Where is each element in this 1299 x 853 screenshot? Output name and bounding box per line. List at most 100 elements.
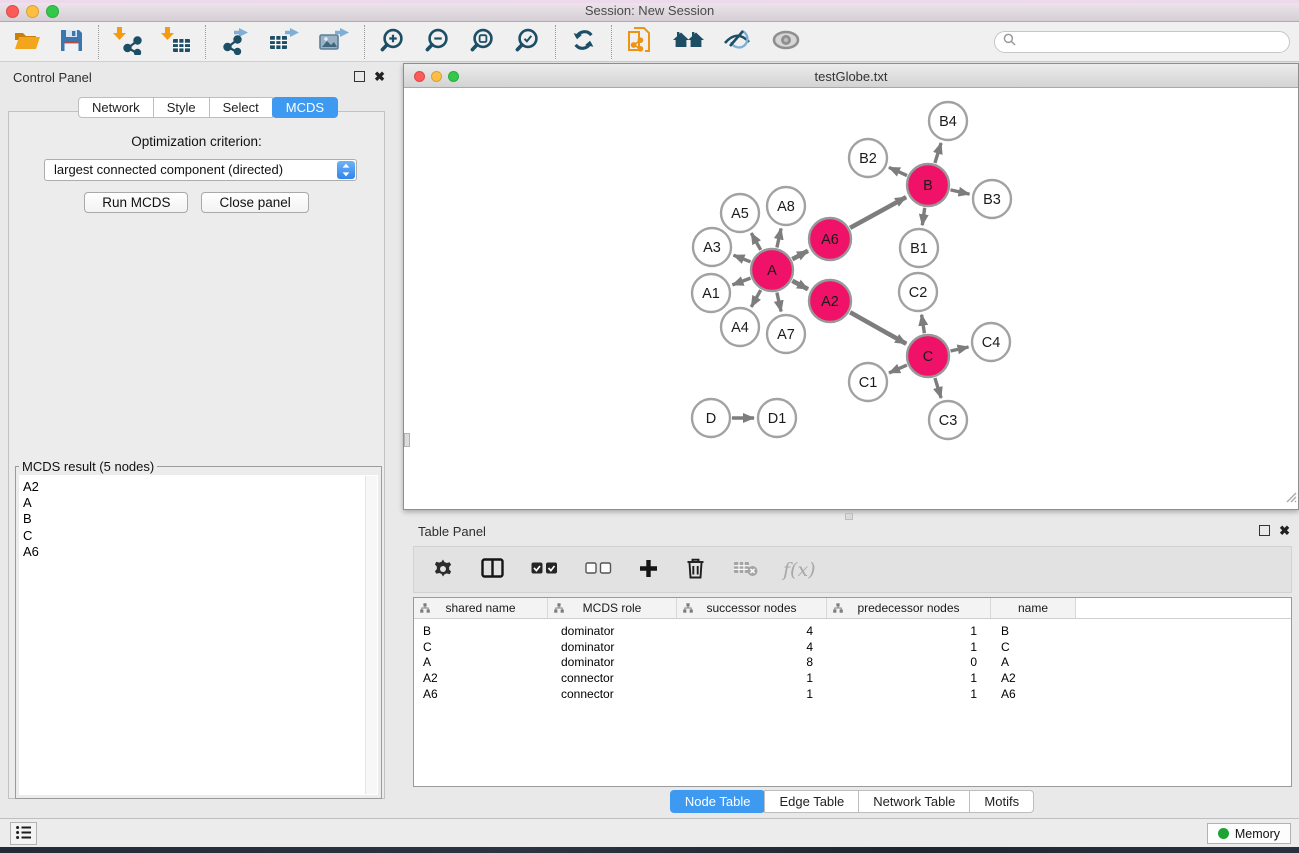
- table-row-B[interactable]: Bdominator41B: [414, 623, 1291, 639]
- node-A6[interactable]: A6: [809, 218, 851, 260]
- delete-rows-button[interactable]: [683, 557, 708, 582]
- mcds-result-item[interactable]: A6: [19, 544, 378, 560]
- export-image-button[interactable]: [313, 24, 355, 59]
- search-field[interactable]: [994, 31, 1290, 53]
- node-A4[interactable]: A4: [721, 308, 759, 346]
- resize-grip[interactable]: [1283, 489, 1297, 508]
- node-A1[interactable]: A1: [692, 274, 730, 312]
- node-A8[interactable]: A8: [767, 187, 805, 225]
- node-B[interactable]: B: [907, 164, 949, 206]
- tab-network[interactable]: Network: [78, 97, 154, 118]
- mcds-result-item[interactable]: A2: [19, 475, 378, 495]
- application-window: Session: New Session: [0, 0, 1299, 853]
- tab-mcds[interactable]: MCDS: [272, 97, 338, 118]
- node-A5[interactable]: A5: [721, 194, 759, 232]
- column-header-successor-nodes[interactable]: successor nodes: [677, 598, 827, 618]
- unselect-all-columns-button[interactable]: [583, 562, 614, 577]
- node-A[interactable]: A: [751, 249, 793, 291]
- cell-shared-name: A: [414, 655, 548, 669]
- node-B1[interactable]: B1: [900, 229, 938, 267]
- table-row-A6[interactable]: A6connector11A6: [414, 686, 1291, 702]
- tab-style[interactable]: Style: [153, 97, 210, 118]
- close-panel-button[interactable]: Close panel: [201, 192, 308, 213]
- zoom-in-button[interactable]: [374, 26, 411, 58]
- node-D[interactable]: D: [692, 399, 730, 437]
- node-A7[interactable]: A7: [767, 315, 805, 353]
- show-columns-button[interactable]: [479, 558, 506, 581]
- show-hide-details-button[interactable]: [765, 27, 807, 56]
- node-A2[interactable]: A2: [809, 280, 851, 322]
- tab-edge-table[interactable]: Edge Table: [764, 790, 859, 813]
- task-history-button[interactable]: [10, 822, 37, 845]
- node-B3[interactable]: B3: [973, 180, 1011, 218]
- run-mcds-button[interactable]: Run MCDS: [84, 192, 188, 213]
- mcds-result-list[interactable]: A2ABCA6: [19, 475, 378, 795]
- select-all-columns-button[interactable]: [529, 562, 560, 577]
- scrollbar[interactable]: [365, 476, 377, 794]
- table-row-A2[interactable]: A2connector11A2: [414, 670, 1291, 686]
- node-C3[interactable]: C3: [929, 401, 967, 439]
- refresh-view-button[interactable]: [565, 26, 602, 57]
- node-B4[interactable]: B4: [929, 102, 967, 140]
- open-folder-icon: [13, 27, 41, 56]
- mcds-result-item[interactable]: C: [19, 528, 378, 544]
- tab-select[interactable]: Select: [209, 97, 273, 118]
- node-C2[interactable]: C2: [899, 273, 937, 311]
- export-table-icon: [268, 25, 300, 58]
- column-header-shared-name[interactable]: shared name: [414, 598, 548, 618]
- table-row-C[interactable]: Cdominator41C: [414, 639, 1291, 655]
- mcds-result-title: MCDS result (5 nodes): [19, 459, 157, 474]
- column-header-predecessor-nodes[interactable]: predecessor nodes: [827, 598, 991, 618]
- toggle-graphics-details-button[interactable]: [717, 26, 757, 57]
- zoom-out-button[interactable]: [419, 26, 456, 58]
- tab-node-table[interactable]: Node Table: [670, 790, 766, 813]
- node-C1[interactable]: C1: [849, 363, 887, 401]
- memory-button[interactable]: Memory: [1207, 823, 1291, 844]
- open-session-button[interactable]: [8, 26, 46, 57]
- table-settings-button[interactable]: [430, 557, 456, 582]
- criterion-dropdown[interactable]: largest connected component (directed): [44, 159, 357, 181]
- copy-network-icon: [626, 25, 655, 59]
- network-window-titlebar[interactable]: testGlobe.txt: [404, 64, 1298, 88]
- column-header-name[interactable]: name: [991, 598, 1076, 618]
- cell-mcds-role: dominator: [548, 640, 677, 654]
- zoom-selected-button[interactable]: [509, 26, 546, 58]
- tab-motifs[interactable]: Motifs: [969, 790, 1034, 813]
- import-table-button[interactable]: [156, 24, 196, 59]
- function-builder-button[interactable]: f(x): [783, 559, 816, 581]
- mcds-result-item[interactable]: B: [19, 511, 378, 527]
- node-A3[interactable]: A3: [693, 228, 731, 266]
- node-C[interactable]: C: [907, 335, 949, 377]
- network-canvas[interactable]: B4 B2 B B3 B1 A5A8A6 A3 A A1 C2 A2 A4A7 C4 C C1 C3 D D1: [404, 89, 1298, 509]
- save-session-button[interactable]: [54, 27, 89, 57]
- clone-network-button[interactable]: [621, 24, 660, 60]
- tab-network-table[interactable]: Network Table: [858, 790, 970, 813]
- close-panel-icon[interactable]: ✖: [374, 71, 385, 82]
- column-header-mcds-role[interactable]: MCDS role: [548, 598, 677, 618]
- mcds-result-item[interactable]: A: [19, 495, 378, 511]
- edge-A-A7: [777, 293, 781, 312]
- panel-drag-handle[interactable]: [404, 433, 410, 447]
- close-table-panel-icon[interactable]: ✖: [1279, 525, 1290, 536]
- node-D1[interactable]: D1: [758, 399, 796, 437]
- node-B2[interactable]: B2: [849, 139, 887, 177]
- eye-slash-icon: [722, 27, 752, 56]
- node-C4[interactable]: C4: [972, 323, 1010, 361]
- table-row-A[interactable]: Adominator80A: [414, 655, 1291, 671]
- import-network-button[interactable]: [108, 24, 148, 59]
- desktop-background: [0, 847, 1299, 853]
- cell-name: B: [991, 624, 1076, 638]
- delete-table-button[interactable]: [731, 559, 760, 580]
- export-network-button[interactable]: [215, 24, 255, 59]
- column-type-icon: [833, 603, 843, 613]
- home-button[interactable]: [668, 26, 709, 57]
- export-table-button[interactable]: [263, 24, 305, 59]
- float-table-panel-icon[interactable]: [1259, 525, 1270, 536]
- columns-icon: [481, 558, 504, 581]
- search-input[interactable]: [1021, 35, 1281, 49]
- float-panel-icon[interactable]: [354, 71, 365, 82]
- zoom-fit-button[interactable]: [464, 26, 501, 58]
- splitter-handle[interactable]: [845, 513, 853, 520]
- plus-icon: [639, 559, 658, 581]
- add-row-button[interactable]: [637, 559, 660, 581]
